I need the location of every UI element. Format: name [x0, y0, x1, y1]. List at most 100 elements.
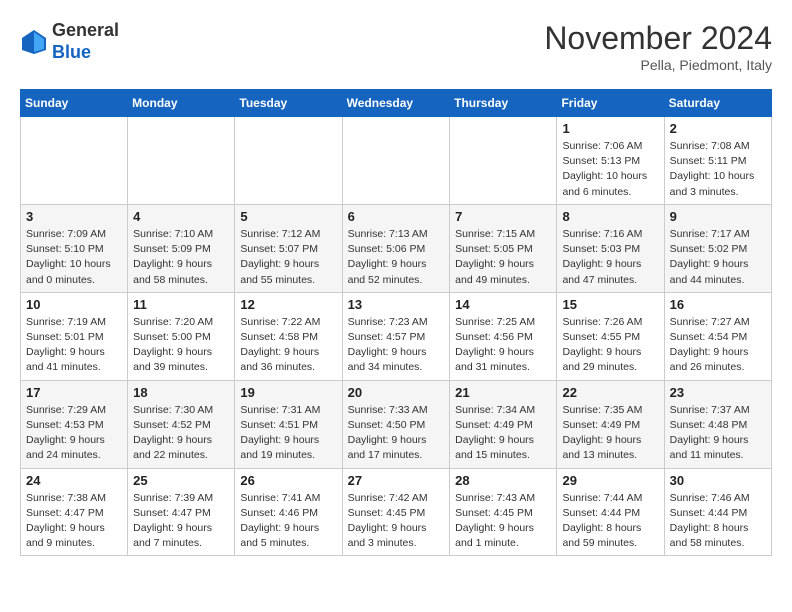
day-info: Sunrise: 7:19 AM Sunset: 5:01 PM Dayligh… — [26, 315, 122, 376]
calendar-cell: 2Sunrise: 7:08 AM Sunset: 5:11 PM Daylig… — [664, 117, 771, 205]
calendar-week-2: 3 Sunrise: 7:09 AM Sunset: 5:10 PM Daylig… — [21, 204, 772, 292]
day-number: 18 — [133, 385, 229, 400]
day-info: Sunrise: 7:34 AM Sunset: 4:49 PM Dayligh… — [455, 403, 551, 464]
calendar-cell: 18 Sunrise: 7:30 AM Sunset: 4:52 PM Dayli… — [128, 380, 235, 468]
day-number: 30 — [670, 473, 766, 488]
day-number: 3 — [26, 209, 122, 224]
calendar-cell: 8Sunrise: 7:16 AM Sunset: 5:03 PM Daylig… — [557, 204, 664, 292]
calendar-cell: 27 Sunrise: 7:42 AM Sunset: 4:45 PM Dayli… — [342, 468, 450, 556]
day-info: Sunrise: 7:26 AM Sunset: 4:55 PM Dayligh… — [562, 315, 658, 376]
day-info: Sunrise: 7:06 AM Sunset: 5:13 PM Dayligh… — [562, 139, 658, 200]
col-friday: Friday — [557, 90, 664, 117]
day-info: Sunrise: 7:38 AM Sunset: 4:47 PM Dayligh… — [26, 491, 122, 552]
calendar-cell: 11 Sunrise: 7:20 AM Sunset: 5:00 PM Dayli… — [128, 292, 235, 380]
day-info: Sunrise: 7:27 AM Sunset: 4:54 PM Dayligh… — [670, 315, 766, 376]
calendar-cell: 10 Sunrise: 7:19 AM Sunset: 5:01 PM Dayli… — [21, 292, 128, 380]
calendar-cell: 19 Sunrise: 7:31 AM Sunset: 4:51 PM Dayli… — [235, 380, 342, 468]
weekday-row: Sunday Monday Tuesday Wednesday Thursday… — [21, 90, 772, 117]
calendar-cell: 17 Sunrise: 7:29 AM Sunset: 4:53 PM Dayli… — [21, 380, 128, 468]
calendar-cell: 1Sunrise: 7:06 AM Sunset: 5:13 PM Daylig… — [557, 117, 664, 205]
day-info: Sunrise: 7:22 AM Sunset: 4:58 PM Dayligh… — [240, 315, 336, 376]
calendar-cell: 23 Sunrise: 7:37 AM Sunset: 4:48 PM Dayli… — [664, 380, 771, 468]
calendar-cell: 13 Sunrise: 7:23 AM Sunset: 4:57 PM Dayli… — [342, 292, 450, 380]
col-sunday: Sunday — [21, 90, 128, 117]
day-number: 21 — [455, 385, 551, 400]
day-number: 2 — [670, 121, 766, 136]
day-info: Sunrise: 7:39 AM Sunset: 4:47 PM Dayligh… — [133, 491, 229, 552]
day-info: Sunrise: 7:31 AM Sunset: 4:51 PM Dayligh… — [240, 403, 336, 464]
calendar-table: Sunday Monday Tuesday Wednesday Thursday… — [20, 89, 772, 556]
day-number: 6 — [348, 209, 445, 224]
calendar-cell: 4 Sunrise: 7:10 AM Sunset: 5:09 PM Daylig… — [128, 204, 235, 292]
calendar-cell: 12Sunrise: 7:22 AM Sunset: 4:58 PM Dayli… — [235, 292, 342, 380]
day-info: Sunrise: 7:30 AM Sunset: 4:52 PM Dayligh… — [133, 403, 229, 464]
day-info: Sunrise: 7:25 AM Sunset: 4:56 PM Dayligh… — [455, 315, 551, 376]
calendar-week-3: 10 Sunrise: 7:19 AM Sunset: 5:01 PM Dayli… — [21, 292, 772, 380]
day-number: 17 — [26, 385, 122, 400]
day-info: Sunrise: 7:44 AM Sunset: 4:44 PM Dayligh… — [562, 491, 658, 552]
location: Pella, Piedmont, Italy — [544, 57, 772, 73]
day-number: 26 — [240, 473, 336, 488]
calendar-cell — [342, 117, 450, 205]
day-info: Sunrise: 7:13 AM Sunset: 5:06 PM Dayligh… — [348, 227, 445, 288]
day-number: 23 — [670, 385, 766, 400]
day-number: 9 — [670, 209, 766, 224]
day-number: 7 — [455, 209, 551, 224]
calendar-week-5: 24 Sunrise: 7:38 AM Sunset: 4:47 PM Dayli… — [21, 468, 772, 556]
calendar-cell: 6 Sunrise: 7:13 AM Sunset: 5:06 PM Daylig… — [342, 204, 450, 292]
calendar-cell: 25Sunrise: 7:39 AM Sunset: 4:47 PM Dayli… — [128, 468, 235, 556]
calendar-cell: 15Sunrise: 7:26 AM Sunset: 4:55 PM Dayli… — [557, 292, 664, 380]
calendar-cell: 20Sunrise: 7:33 AM Sunset: 4:50 PM Dayli… — [342, 380, 450, 468]
day-info: Sunrise: 7:16 AM Sunset: 5:03 PM Dayligh… — [562, 227, 658, 288]
calendar-cell: 16 Sunrise: 7:27 AM Sunset: 4:54 PM Dayli… — [664, 292, 771, 380]
day-info: Sunrise: 7:23 AM Sunset: 4:57 PM Dayligh… — [348, 315, 445, 376]
calendar-body: 1Sunrise: 7:06 AM Sunset: 5:13 PM Daylig… — [21, 117, 772, 556]
calendar-cell — [128, 117, 235, 205]
day-number: 19 — [240, 385, 336, 400]
col-wednesday: Wednesday — [342, 90, 450, 117]
calendar-cell: 7 Sunrise: 7:15 AM Sunset: 5:05 PM Daylig… — [450, 204, 557, 292]
day-info: Sunrise: 7:46 AM Sunset: 4:44 PM Dayligh… — [670, 491, 766, 552]
calendar-week-4: 17 Sunrise: 7:29 AM Sunset: 4:53 PM Dayli… — [21, 380, 772, 468]
day-info: Sunrise: 7:29 AM Sunset: 4:53 PM Dayligh… — [26, 403, 122, 464]
day-number: 28 — [455, 473, 551, 488]
day-number: 13 — [348, 297, 445, 312]
col-saturday: Saturday — [664, 90, 771, 117]
logo-icon — [20, 28, 48, 56]
day-info: Sunrise: 7:43 AM Sunset: 4:45 PM Dayligh… — [455, 491, 551, 552]
day-info: Sunrise: 7:15 AM Sunset: 5:05 PM Dayligh… — [455, 227, 551, 288]
day-info: Sunrise: 7:12 AM Sunset: 5:07 PM Dayligh… — [240, 227, 336, 288]
day-info: Sunrise: 7:33 AM Sunset: 4:50 PM Dayligh… — [348, 403, 445, 464]
day-info: Sunrise: 7:10 AM Sunset: 5:09 PM Dayligh… — [133, 227, 229, 288]
day-info: Sunrise: 7:42 AM Sunset: 4:45 PM Dayligh… — [348, 491, 445, 552]
calendar-cell: 29 Sunrise: 7:44 AM Sunset: 4:44 PM Dayli… — [557, 468, 664, 556]
calendar-cell: 14Sunrise: 7:25 AM Sunset: 4:56 PM Dayli… — [450, 292, 557, 380]
col-tuesday: Tuesday — [235, 90, 342, 117]
day-info: Sunrise: 7:17 AM Sunset: 5:02 PM Dayligh… — [670, 227, 766, 288]
calendar-cell — [21, 117, 128, 205]
logo: General Blue — [20, 20, 119, 63]
day-info: Sunrise: 7:37 AM Sunset: 4:48 PM Dayligh… — [670, 403, 766, 464]
day-info: Sunrise: 7:09 AM Sunset: 5:10 PM Dayligh… — [26, 227, 122, 288]
day-number: 16 — [670, 297, 766, 312]
month-title: November 2024 — [544, 20, 772, 57]
day-info: Sunrise: 7:20 AM Sunset: 5:00 PM Dayligh… — [133, 315, 229, 376]
calendar-cell: 5Sunrise: 7:12 AM Sunset: 5:07 PM Daylig… — [235, 204, 342, 292]
calendar-cell: 26Sunrise: 7:41 AM Sunset: 4:46 PM Dayli… — [235, 468, 342, 556]
day-number: 11 — [133, 297, 229, 312]
day-number: 27 — [348, 473, 445, 488]
col-monday: Monday — [128, 90, 235, 117]
day-number: 10 — [26, 297, 122, 312]
col-thursday: Thursday — [450, 90, 557, 117]
day-info: Sunrise: 7:35 AM Sunset: 4:49 PM Dayligh… — [562, 403, 658, 464]
calendar-cell: 21 Sunrise: 7:34 AM Sunset: 4:49 PM Dayli… — [450, 380, 557, 468]
day-number: 22 — [562, 385, 658, 400]
day-number: 24 — [26, 473, 122, 488]
calendar-cell: 30 Sunrise: 7:46 AM Sunset: 4:44 PM Dayli… — [664, 468, 771, 556]
day-number: 29 — [562, 473, 658, 488]
logo-text: General Blue — [52, 20, 119, 63]
calendar-cell: 24 Sunrise: 7:38 AM Sunset: 4:47 PM Dayli… — [21, 468, 128, 556]
title-block: November 2024 Pella, Piedmont, Italy — [544, 20, 772, 73]
day-number: 4 — [133, 209, 229, 224]
calendar-header: Sunday Monday Tuesday Wednesday Thursday… — [21, 90, 772, 117]
